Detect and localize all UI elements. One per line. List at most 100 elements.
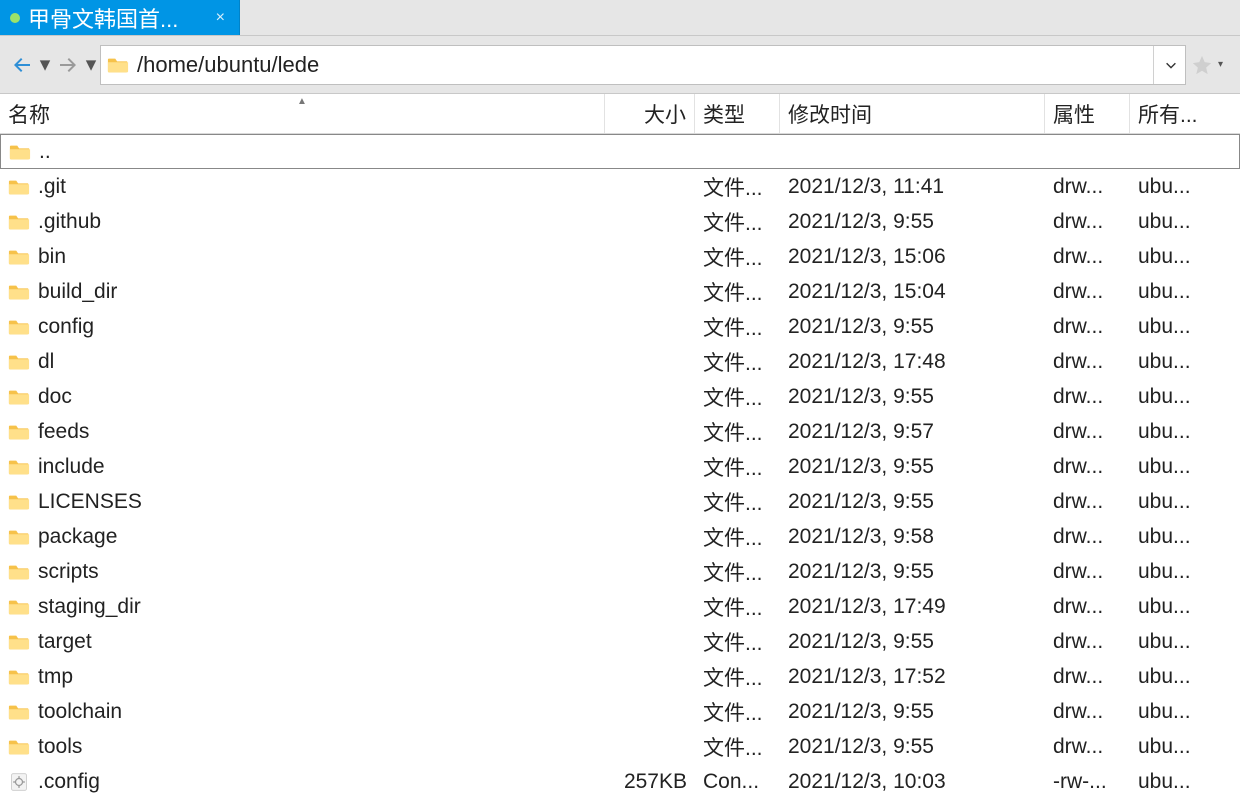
- table-row[interactable]: package文件...2021/12/3, 9:58drw...ubu...: [0, 519, 1240, 554]
- cell-perm-text: drw...: [1053, 490, 1103, 514]
- sort-indicator-icon: ▲: [297, 96, 307, 107]
- folder-icon: [107, 55, 129, 75]
- cell-owner: ubu...: [1130, 280, 1210, 304]
- table-row[interactable]: scripts文件...2021/12/3, 9:55drw...ubu...: [0, 554, 1240, 589]
- table-row[interactable]: bin文件...2021/12/3, 15:06drw...ubu...: [0, 239, 1240, 274]
- table-row[interactable]: config文件...2021/12/3, 9:55drw...ubu...: [0, 309, 1240, 344]
- cell-name[interactable]: .git: [0, 175, 605, 199]
- table-row[interactable]: tools文件...2021/12/3, 9:55drw...ubu...: [0, 729, 1240, 764]
- cell-name[interactable]: toolchain: [0, 700, 605, 724]
- table-row[interactable]: tmp文件...2021/12/3, 17:52drw...ubu...: [0, 659, 1240, 694]
- cell-owner-text: ubu...: [1138, 630, 1191, 654]
- cell-name[interactable]: config: [0, 315, 605, 339]
- cell-perm-text: drw...: [1053, 175, 1103, 199]
- table-row[interactable]: .git文件...2021/12/3, 11:41drw...ubu...: [0, 169, 1240, 204]
- bookmark-button[interactable]: [1188, 48, 1216, 82]
- cell-mtime: 2021/12/3, 9:58: [780, 525, 1045, 549]
- header-owner[interactable]: 所有...: [1130, 94, 1210, 133]
- cell-name[interactable]: .config: [0, 770, 605, 794]
- cell-name[interactable]: doc: [0, 385, 605, 409]
- folder-icon: [8, 247, 30, 267]
- header-perm[interactable]: 属性: [1045, 94, 1130, 133]
- cell-perm: drw...: [1045, 560, 1130, 584]
- back-dropdown[interactable]: ▾: [38, 52, 52, 77]
- cell-owner: ubu...: [1130, 735, 1210, 759]
- address-bar[interactable]: [100, 45, 1186, 85]
- table-row[interactable]: ..: [0, 134, 1240, 169]
- cell-owner: ubu...: [1130, 350, 1210, 374]
- table-row[interactable]: doc文件...2021/12/3, 9:55drw...ubu...: [0, 379, 1240, 414]
- forward-button[interactable]: [54, 48, 82, 82]
- table-row[interactable]: feeds文件...2021/12/3, 9:57drw...ubu...: [0, 414, 1240, 449]
- bookmark-dropdown[interactable]: ▾: [1218, 59, 1232, 70]
- cell-type-text: 文件...: [703, 417, 763, 447]
- cell-owner: ubu...: [1130, 420, 1210, 444]
- cell-mtime: 2021/12/3, 15:04: [780, 280, 1045, 304]
- cell-owner: ubu...: [1130, 385, 1210, 409]
- cell-perm-text: drw...: [1053, 385, 1103, 409]
- table-row[interactable]: include文件...2021/12/3, 9:55drw...ubu...: [0, 449, 1240, 484]
- cell-owner-text: ubu...: [1138, 770, 1191, 794]
- header-type[interactable]: 类型: [695, 94, 780, 133]
- cell-mtime-text: 2021/12/3, 17:49: [788, 595, 946, 619]
- path-input[interactable]: [137, 52, 1145, 78]
- file-name: build_dir: [38, 280, 117, 304]
- cell-mtime-text: 2021/12/3, 9:55: [788, 735, 934, 759]
- cell-perm: drw...: [1045, 455, 1130, 479]
- cell-owner-text: ubu...: [1138, 350, 1191, 374]
- cell-perm-text: drw...: [1053, 280, 1103, 304]
- cell-name[interactable]: tmp: [0, 665, 605, 689]
- cell-owner-text: ubu...: [1138, 735, 1191, 759]
- table-row[interactable]: .github文件...2021/12/3, 9:55drw...ubu...: [0, 204, 1240, 239]
- address-dropdown[interactable]: [1153, 46, 1179, 84]
- cell-type-text: 文件...: [703, 732, 763, 762]
- cell-perm-text: drw...: [1053, 210, 1103, 234]
- cell-owner: ubu...: [1130, 210, 1210, 234]
- cell-name[interactable]: scripts: [0, 560, 605, 584]
- cell-perm: drw...: [1045, 420, 1130, 444]
- file-name: include: [38, 455, 105, 479]
- header-mtime[interactable]: 修改时间: [780, 94, 1045, 133]
- cell-owner: ubu...: [1130, 560, 1210, 584]
- table-row[interactable]: target文件...2021/12/3, 9:55drw...ubu...: [0, 624, 1240, 659]
- cell-name[interactable]: .github: [0, 210, 605, 234]
- chevron-down-icon: [1164, 58, 1178, 72]
- table-row[interactable]: LICENSES文件...2021/12/3, 9:55drw...ubu...: [0, 484, 1240, 519]
- header-size[interactable]: 大小: [605, 94, 695, 133]
- tab-session[interactable]: 甲骨文韩国首... ×: [0, 0, 240, 35]
- cell-perm-text: drw...: [1053, 630, 1103, 654]
- cell-type-text: 文件...: [703, 312, 763, 342]
- table-row[interactable]: build_dir文件...2021/12/3, 15:04drw...ubu.…: [0, 274, 1240, 309]
- folder-icon: [8, 527, 30, 547]
- file-list[interactable]: .. .git文件...2021/12/3, 11:41drw...ubu....…: [0, 134, 1240, 808]
- back-button[interactable]: [8, 48, 36, 82]
- cell-name[interactable]: tools: [0, 735, 605, 759]
- cell-type: 文件...: [695, 417, 780, 447]
- table-row[interactable]: dl文件...2021/12/3, 17:48drw...ubu...: [0, 344, 1240, 379]
- file-name: .config: [38, 770, 100, 794]
- file-name: tmp: [38, 665, 73, 689]
- cell-owner-text: ubu...: [1138, 525, 1191, 549]
- cell-name[interactable]: target: [0, 630, 605, 654]
- folder-icon: [9, 142, 31, 162]
- table-row[interactable]: toolchain文件...2021/12/3, 9:55drw...ubu..…: [0, 694, 1240, 729]
- cell-mtime-text: 2021/12/3, 9:58: [788, 525, 934, 549]
- cell-name[interactable]: package: [0, 525, 605, 549]
- cell-name[interactable]: feeds: [0, 420, 605, 444]
- close-icon[interactable]: ×: [212, 9, 229, 27]
- cell-name[interactable]: include: [0, 455, 605, 479]
- folder-icon: [8, 177, 30, 197]
- forward-dropdown[interactable]: ▾: [84, 52, 98, 77]
- cell-name[interactable]: bin: [0, 245, 605, 269]
- cell-mtime: 2021/12/3, 9:55: [780, 560, 1045, 584]
- cell-name[interactable]: dl: [0, 350, 605, 374]
- cell-size: 257KB: [605, 770, 695, 794]
- cell-name[interactable]: ..: [1, 140, 606, 164]
- cell-name[interactable]: build_dir: [0, 280, 605, 304]
- header-name[interactable]: 名称 ▲: [0, 94, 605, 133]
- cell-name[interactable]: LICENSES: [0, 490, 605, 514]
- table-row[interactable]: .config257KBCon...2021/12/3, 10:03-rw-..…: [0, 764, 1240, 799]
- cell-type-text: 文件...: [703, 207, 763, 237]
- cell-name[interactable]: staging_dir: [0, 595, 605, 619]
- table-row[interactable]: staging_dir文件...2021/12/3, 17:49drw...ub…: [0, 589, 1240, 624]
